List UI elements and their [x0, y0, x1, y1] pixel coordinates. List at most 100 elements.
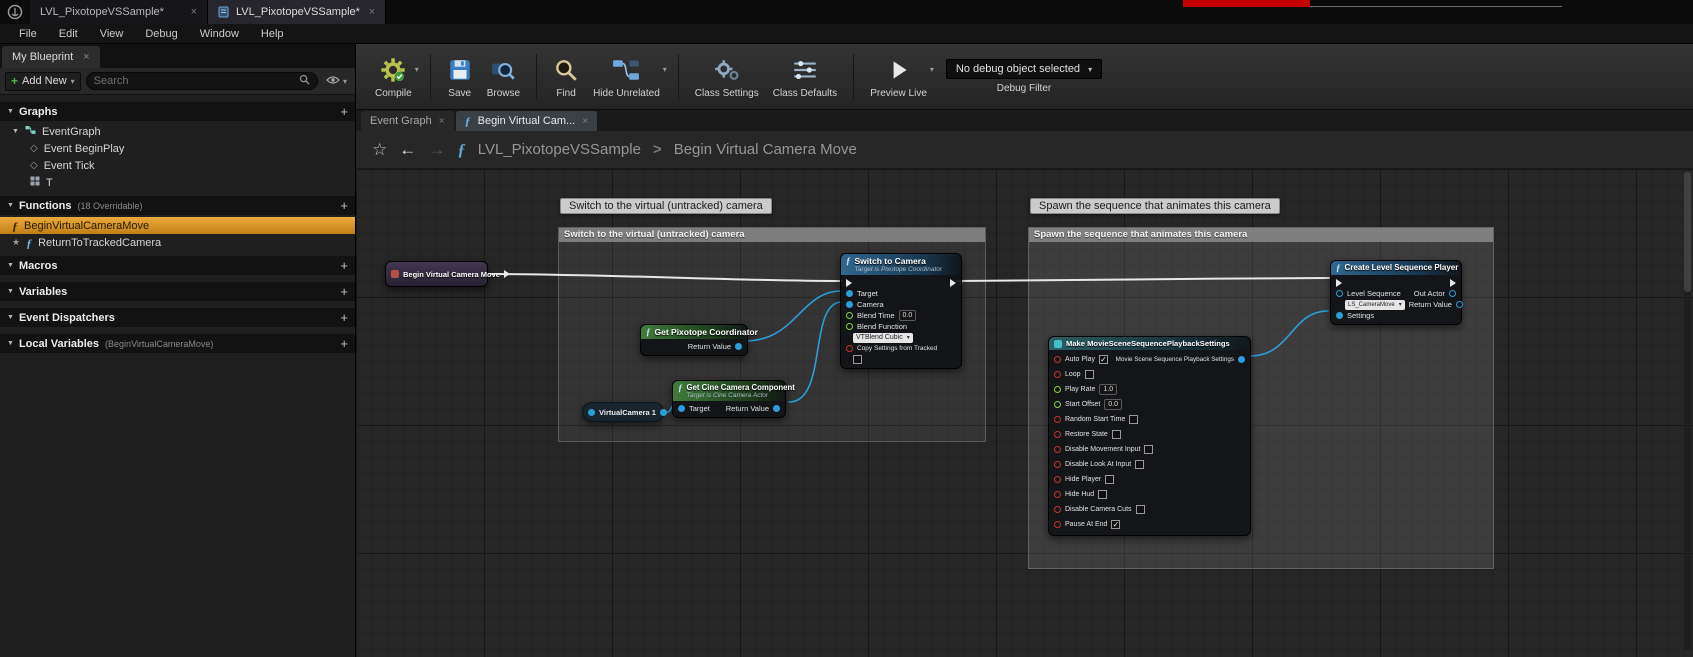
hide-player-pin[interactable] — [1054, 476, 1061, 483]
collapse-arrow-icon[interactable]: ▼ — [7, 288, 14, 295]
return-value-pin[interactable] — [773, 405, 780, 412]
restore-state-pin[interactable] — [1054, 431, 1061, 438]
add-variable-button[interactable]: + — [340, 285, 348, 298]
tree-item-begin-virtual-camera-move[interactable]: ƒ BeginVirtualCameraMove — [0, 217, 355, 234]
exec-out-pin[interactable] — [1450, 279, 1456, 287]
collapse-arrow-icon[interactable]: ▼ — [7, 108, 14, 115]
node-create-level-sequence-player[interactable]: ƒ Create Level Sequence Player Level Seq… — [1330, 260, 1462, 325]
hide-unrelated-button[interactable]: Hide Unrelated — [586, 52, 667, 102]
restore-state-checkbox[interactable] — [1112, 430, 1121, 439]
node-begin-virtual-camera-move[interactable]: Begin Virtual Camera Move — [385, 261, 488, 287]
window-tab-2[interactable]: LVL_PixotopeVSSample* × — [208, 0, 386, 24]
find-button[interactable]: Find — [546, 52, 586, 102]
tab-my-blueprint[interactable]: My Blueprint × — [2, 46, 100, 68]
close-icon[interactable]: × — [83, 51, 89, 63]
collapse-arrow-icon[interactable]: ▼ — [7, 340, 14, 347]
hide-hud-checkbox[interactable] — [1098, 490, 1107, 499]
menu-file[interactable]: File — [8, 28, 48, 40]
tree-item-event-tick[interactable]: ◇ Event Tick — [0, 157, 355, 174]
start-offset-value[interactable]: 0.0 — [1104, 399, 1122, 410]
level-sequence-pin[interactable] — [1336, 290, 1343, 297]
loop-pin[interactable] — [1054, 371, 1061, 378]
menu-debug[interactable]: Debug — [134, 28, 188, 40]
pause-at-end-pin[interactable] — [1054, 521, 1061, 528]
blueprint-graph-canvas[interactable]: Switch to the virtual (untracked) camera… — [356, 169, 1693, 657]
close-icon[interactable]: × — [582, 116, 588, 127]
section-macros[interactable]: ▼ Macros + — [0, 256, 355, 275]
tree-item-event-beginplay[interactable]: ◇ Event BeginPlay — [0, 140, 355, 157]
preview-live-button[interactable]: Preview Live — [863, 52, 934, 102]
menu-view[interactable]: View — [89, 28, 135, 40]
close-icon[interactable]: × — [191, 6, 197, 18]
collapse-arrow-icon[interactable]: ▼ — [7, 202, 14, 209]
browse-button[interactable]: Browse — [480, 52, 527, 102]
auto-play-checkbox[interactable] — [1099, 355, 1108, 364]
exec-in-pin[interactable] — [1336, 279, 1342, 287]
exec-out-pin[interactable] — [504, 270, 510, 278]
window-tab-1[interactable]: LVL_PixotopeVSSample* × — [30, 0, 208, 24]
back-arrow-icon[interactable]: ← — [399, 140, 416, 160]
loop-checkbox[interactable] — [1085, 370, 1094, 379]
return-value-pin[interactable] — [1456, 301, 1463, 308]
disable-movement-input-pin[interactable] — [1054, 446, 1061, 453]
section-functions[interactable]: ▼ Functions (18 Overridable) + — [0, 196, 355, 215]
class-defaults-button[interactable]: Class Defaults — [766, 52, 844, 102]
add-dispatcher-button[interactable]: + — [340, 311, 348, 324]
play-rate-value[interactable]: 1.0 — [1099, 384, 1117, 395]
debug-object-dropdown[interactable]: No debug object selected ▾ — [946, 59, 1102, 79]
favorite-star-icon[interactable]: ☆ — [372, 140, 387, 160]
class-settings-button[interactable]: Class Settings — [688, 52, 766, 102]
node-make-playback-settings[interactable]: Make MovieSceneSequencePlaybackSettings … — [1048, 336, 1251, 536]
out-actor-pin[interactable] — [1449, 290, 1456, 297]
settings-pin[interactable] — [1336, 312, 1343, 319]
close-icon[interactable]: × — [439, 116, 445, 127]
disable-camera-cuts-pin[interactable] — [1054, 506, 1061, 513]
graph-vertical-scrollbar[interactable] — [1684, 172, 1691, 650]
auto-play-pin[interactable] — [1054, 356, 1061, 363]
close-icon[interactable]: × — [369, 6, 375, 18]
blend-function-dropdown[interactable]: VTBlend Cubic ▾ — [853, 333, 913, 343]
section-graphs[interactable]: ▼ Graphs + — [0, 102, 355, 121]
section-variables[interactable]: ▼ Variables + — [0, 282, 355, 301]
search-input[interactable] — [94, 75, 295, 87]
camera-pin[interactable] — [846, 301, 853, 308]
random-start-time-checkbox[interactable] — [1129, 415, 1138, 424]
section-local-variables[interactable]: ▼ Local Variables (BeginVirtualCameraMov… — [0, 334, 355, 353]
blend-function-pin[interactable] — [846, 323, 853, 330]
view-options-button[interactable]: ▾ — [323, 72, 350, 90]
collapse-arrow-icon[interactable]: ▼ — [7, 262, 14, 269]
disable-camera-cuts-checkbox[interactable] — [1136, 505, 1145, 514]
tree-item-return-to-tracked-camera[interactable]: ★ ƒ ReturnToTrackedCamera — [0, 234, 355, 251]
tree-item-t[interactable]: T — [0, 174, 355, 191]
tab-begin-virtual-camera-move[interactable]: ƒ Begin Virtual Cam... × — [456, 111, 597, 131]
tab-event-graph[interactable]: Event Graph × — [361, 111, 454, 131]
target-pin[interactable] — [846, 290, 853, 297]
chevron-down-icon[interactable]: ▾ — [415, 65, 419, 74]
variable-out-pin[interactable] — [660, 409, 667, 416]
menu-help[interactable]: Help — [250, 28, 295, 40]
collapse-arrow-icon[interactable]: ▼ — [7, 314, 14, 321]
hide-hud-pin[interactable] — [1054, 491, 1061, 498]
return-value-pin[interactable] — [735, 343, 742, 350]
disable-look-at-input-checkbox[interactable] — [1135, 460, 1144, 469]
add-local-variable-button[interactable]: + — [340, 337, 348, 350]
add-function-button[interactable]: + — [340, 199, 348, 212]
blend-time-value[interactable]: 0.0 — [899, 310, 917, 321]
random-start-time-pin[interactable] — [1054, 416, 1061, 423]
disable-movement-input-checkbox[interactable] — [1144, 445, 1153, 454]
start-offset-pin[interactable] — [1054, 401, 1061, 408]
exec-in-pin[interactable] — [846, 279, 852, 287]
compile-button[interactable]: Compile — [368, 52, 419, 102]
node-virtual-camera-variable[interactable]: VirtualCamera 1 — [582, 402, 664, 422]
copy-settings-checkbox[interactable] — [853, 355, 862, 364]
copy-settings-pin[interactable] — [846, 345, 853, 352]
blend-time-pin[interactable] — [846, 312, 853, 319]
scrollbar-thumb[interactable] — [1684, 172, 1691, 292]
chevron-down-icon[interactable]: ▾ — [930, 65, 934, 74]
tree-item-eventgraph[interactable]: ▼ EventGraph — [0, 123, 355, 140]
chevron-down-icon[interactable]: ▾ — [663, 65, 667, 74]
menu-edit[interactable]: Edit — [48, 28, 89, 40]
forward-arrow-icon[interactable]: → — [428, 140, 445, 160]
target-pin[interactable] — [678, 405, 685, 412]
node-get-cine-camera-component[interactable]: ƒ Get Cine Camera Component Target is Ci… — [672, 380, 786, 418]
